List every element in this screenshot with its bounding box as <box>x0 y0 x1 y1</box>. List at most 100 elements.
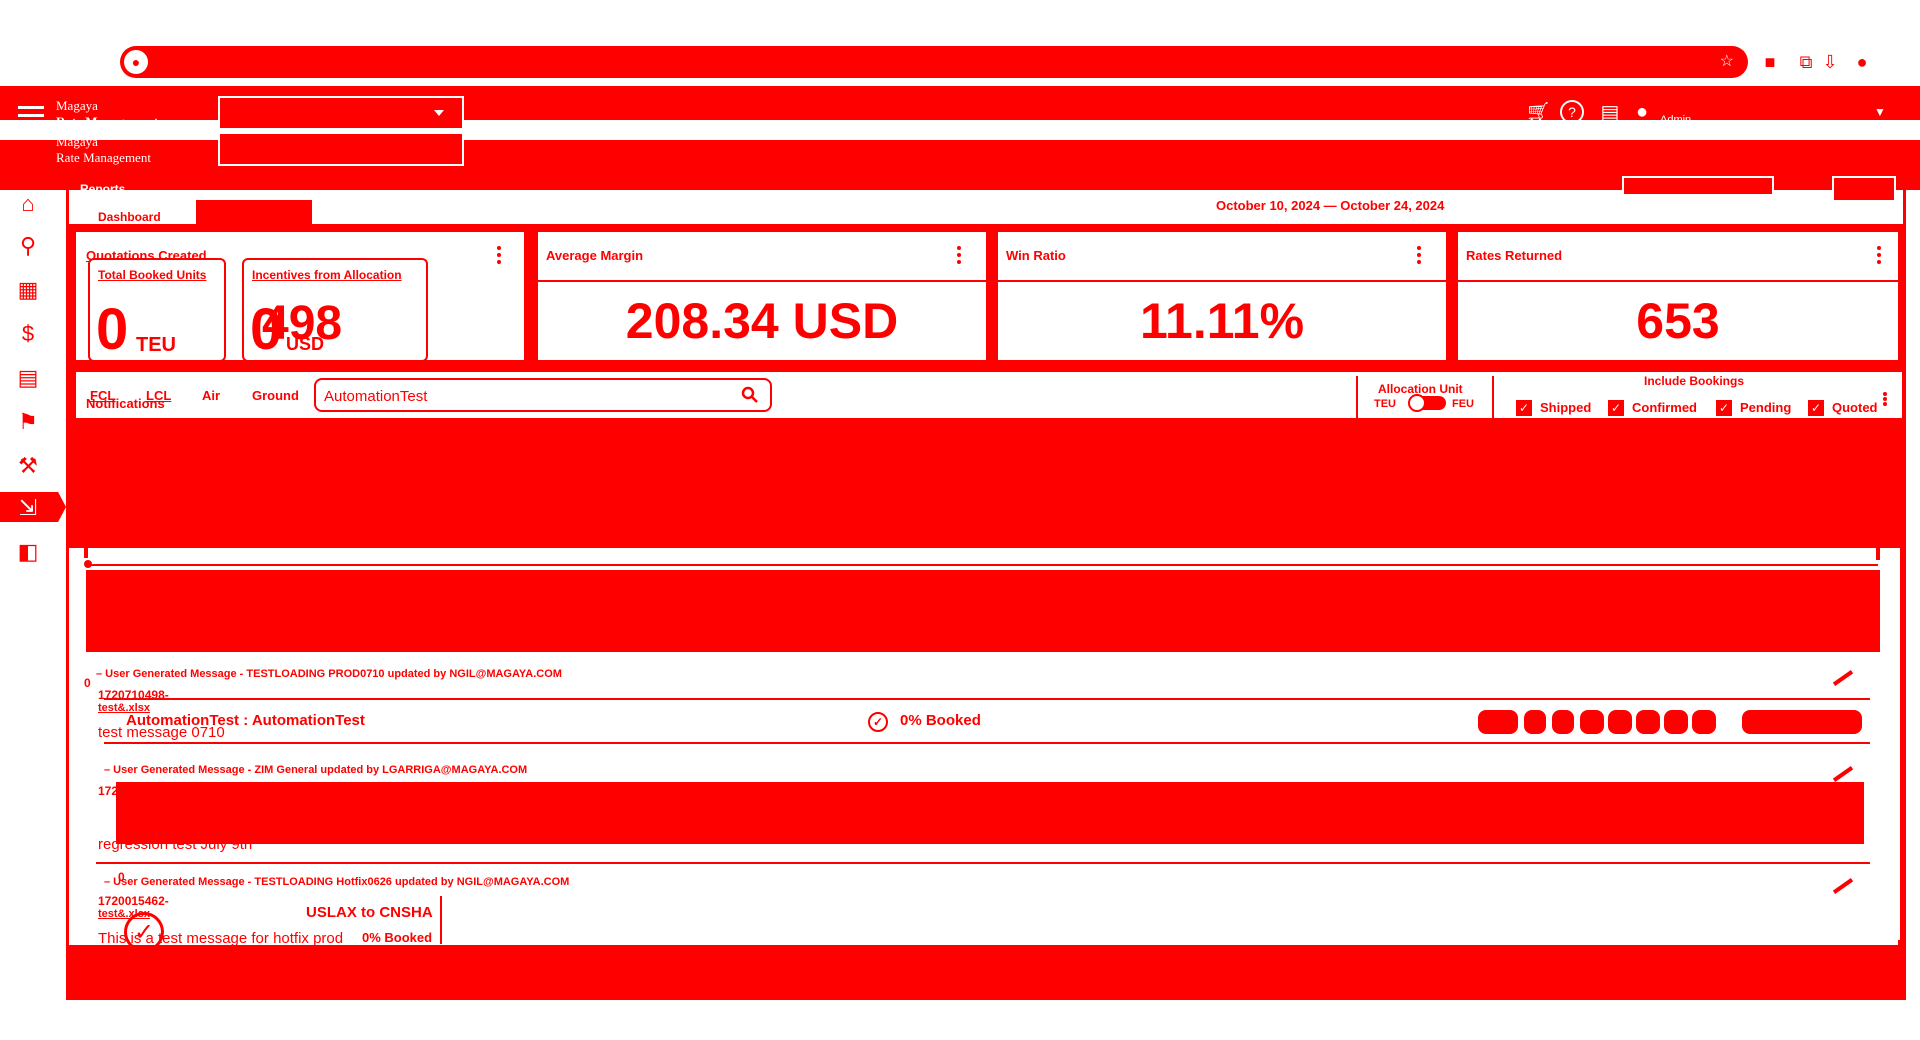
search-rates-icon[interactable]: ⚲ <box>16 232 40 260</box>
user-name[interactable]: Admin <box>1660 114 1691 126</box>
route-title[interactable]: USLAX to CNSHA <box>306 904 433 921</box>
brand-name: Magaya <box>56 98 98 113</box>
page-title: Reports <box>80 182 126 196</box>
help-icon[interactable]: ? <box>1560 100 1584 124</box>
bookmark-star-icon[interactable]: ☆ <box>1720 51 1734 71</box>
documents-icon[interactable]: ▤ <box>1598 100 1622 124</box>
extension-icon[interactable]: ■ <box>1760 52 1780 72</box>
allocation-unit-feu[interactable]: FEU <box>1452 398 1474 410</box>
search-icon[interactable] <box>740 385 760 405</box>
reports-icon[interactable]: ⇲ <box>16 494 40 522</box>
brand-name-ghost: Magaya <box>56 134 98 149</box>
checkbox-confirmed[interactable]: ✓ <box>1608 400 1624 416</box>
subcard-incentives-value-b: 0 <box>250 297 283 362</box>
kpi-title-win-ratio: Win Ratio <box>1006 248 1066 263</box>
checkbox-pending[interactable]: ✓ <box>1716 400 1732 416</box>
notification-header: – User Generated Message - TESTLOADING P… <box>96 668 562 680</box>
checkbox-quoted[interactable]: ✓ <box>1808 400 1824 416</box>
date-filter-button[interactable] <box>1622 176 1774 196</box>
user-icon[interactable]: ● <box>1630 100 1654 124</box>
notification-id: 1720015462- <box>98 894 169 908</box>
subcard-total-booked-title: Total Booked Units <box>98 268 207 282</box>
brand-product: Rate Management <box>56 114 159 129</box>
profile-icon[interactable]: ● <box>1852 52 1872 72</box>
pill-badge[interactable] <box>1580 710 1604 734</box>
pill-badge[interactable] <box>1636 710 1660 734</box>
pill-badge[interactable] <box>1608 710 1632 734</box>
notification-header: – User Generated Message - TESTLOADING H… <box>104 876 570 888</box>
allocation-unit-teu[interactable]: TEU <box>1374 398 1396 410</box>
kpi-value-average-margin: 208.34 USD <box>625 293 899 349</box>
subcard-incentives-title: Incentives from Allocation <box>252 268 402 282</box>
search-input-value: AutomationTest <box>324 388 428 405</box>
pill-badge[interactable] <box>1664 710 1688 734</box>
browser-site-icon: ● <box>124 50 148 74</box>
divider <box>440 896 442 944</box>
pricing-icon[interactable]: $ <box>16 320 40 348</box>
brand-product-ghost: Rate Management <box>56 150 151 165</box>
divider <box>88 564 1878 566</box>
allocation-unit-toggle-knob[interactable] <box>1408 394 1426 412</box>
checkbox-shipped[interactable]: ✓ <box>1516 400 1532 416</box>
menu-icon[interactable] <box>18 106 44 125</box>
pill-badge[interactable] <box>1692 710 1716 734</box>
date-range-label: October 10, 2024 — October 24, 2024 <box>1216 198 1445 213</box>
checkbox-pending-label: Pending <box>1740 400 1792 415</box>
screenshot-icon[interactable]: ⧉ <box>1796 52 1816 72</box>
footer-band <box>66 948 1906 1000</box>
subcard-total-booked-unit: TEU <box>136 334 176 356</box>
quotes-icon[interactable]: ▦ <box>16 276 40 304</box>
divider <box>1492 376 1494 418</box>
tab-mode-air[interactable]: Air <box>202 388 220 403</box>
pin-icon[interactable]: ⚑ <box>16 408 40 436</box>
tab-dashboard[interactable]: Dashboard <box>98 210 161 224</box>
kebab-menu-icon[interactable] <box>496 246 502 264</box>
result-row-title[interactable]: AutomationTest : AutomationTest <box>126 712 365 729</box>
notification-header: – User Generated Message - ZIM General u… <box>104 764 528 776</box>
result-row-border <box>104 698 1870 700</box>
divider <box>96 862 1870 864</box>
panel-edge <box>1876 548 1880 560</box>
user-menu-chevron-icon[interactable]: ▼ <box>1868 100 1892 124</box>
chevron-down-icon <box>434 110 444 116</box>
product-selector[interactable] <box>218 96 464 130</box>
subcard-incentives-unit: USD <box>286 334 325 354</box>
scrollbar-thumb[interactable] <box>1898 940 1904 1000</box>
checkbox-shipped-label: Shipped <box>1540 400 1592 415</box>
check-circle-icon: ✓ <box>124 912 164 952</box>
search-input[interactable]: AutomationTest <box>314 378 772 412</box>
result-row-booked: 0% Booked <box>900 712 981 729</box>
kpi-divider <box>1458 280 1898 282</box>
kebab-menu-icon[interactable] <box>956 246 962 264</box>
pill-badge[interactable] <box>1524 710 1546 734</box>
export-button[interactable] <box>1832 176 1896 202</box>
download-icon[interactable]: ⇩ <box>1820 52 1840 72</box>
kpi-value-win-ratio: 11.11% <box>1139 293 1305 349</box>
results-header-band <box>86 570 1880 652</box>
kpi-title-average-margin: Average Margin <box>546 248 644 263</box>
kebab-menu-icon[interactable] <box>1882 392 1888 406</box>
notifications-panel-toolbar <box>76 500 1886 548</box>
checkbox-confirmed-label: Confirmed <box>1632 400 1697 415</box>
include-bookings-label: Include Bookings <box>1644 374 1745 388</box>
browser-address-bar[interactable]: ● ☆ <box>120 46 1748 78</box>
notification-count: 0 <box>84 676 91 690</box>
exit-icon[interactable]: ◧ <box>16 538 40 566</box>
pill-badge[interactable] <box>1478 710 1518 734</box>
kpi-divider <box>538 280 986 282</box>
cart-icon[interactable]: 🛒︎ <box>1525 100 1550 124</box>
kebab-menu-icon[interactable] <box>1876 246 1882 264</box>
result-action-button[interactable] <box>1742 710 1862 734</box>
notifications-label: Notifications <box>86 396 165 411</box>
product-selector-ghost <box>218 132 464 166</box>
kebab-menu-icon[interactable] <box>1416 246 1422 264</box>
route-booked: 0% Booked <box>362 930 433 945</box>
pill-badge[interactable] <box>1552 710 1574 734</box>
scrollbar-track[interactable] <box>1900 500 1904 950</box>
home-icon[interactable]: ⌂ <box>16 190 40 218</box>
kpi-divider <box>998 280 1446 282</box>
tab-mode-ground[interactable]: Ground <box>252 388 299 403</box>
documents-sidebar-icon[interactable]: ▤ <box>16 364 40 392</box>
tools-icon[interactable]: ⚒ <box>16 452 40 480</box>
result-row-border <box>104 742 1870 744</box>
